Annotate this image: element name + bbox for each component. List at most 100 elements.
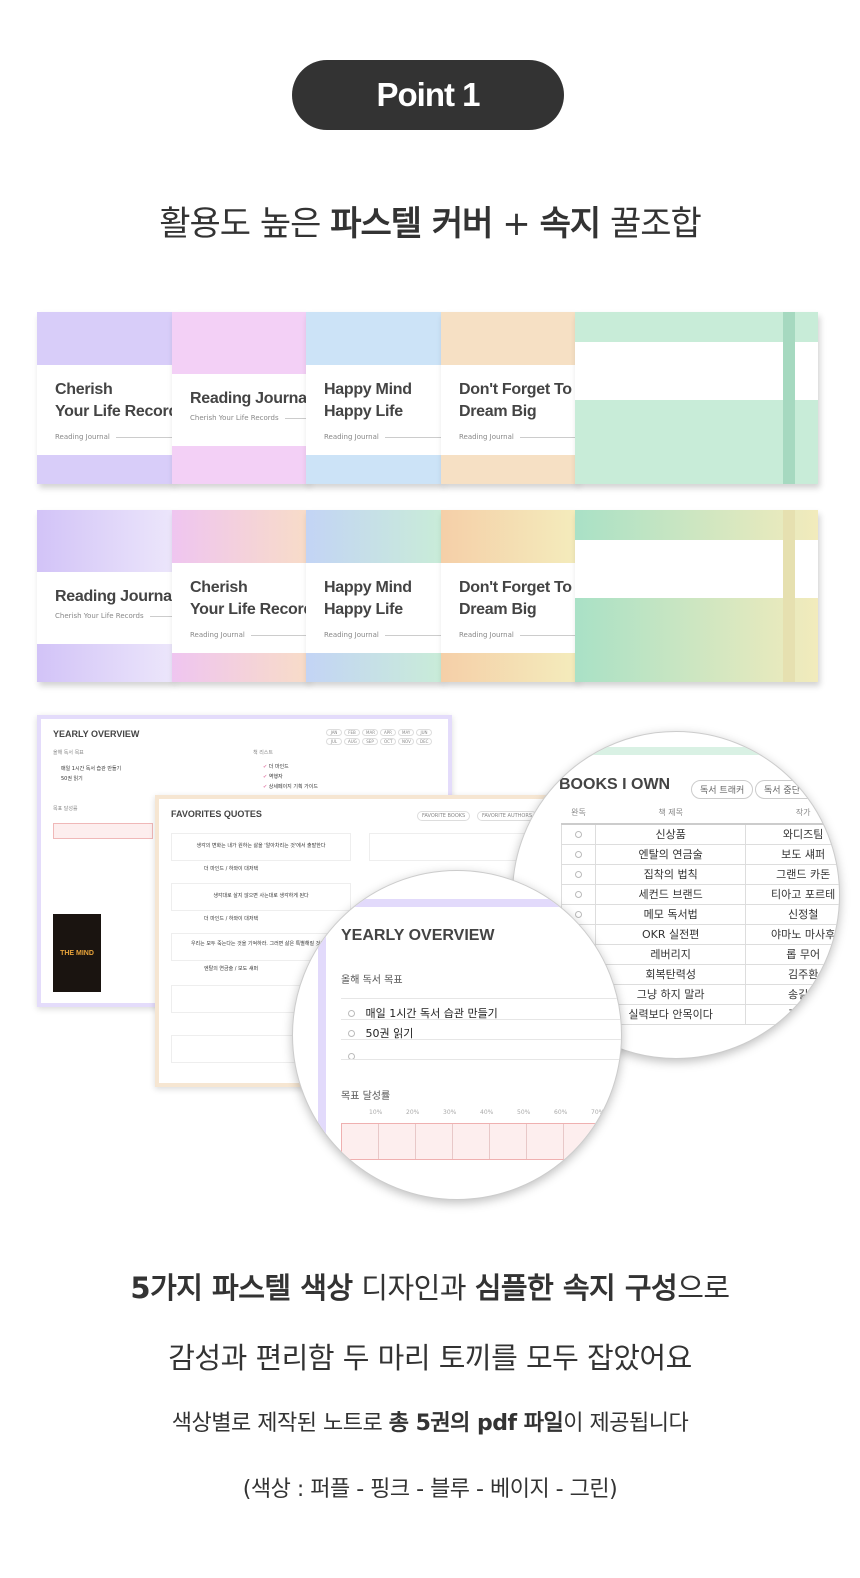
quote-source: 엔탈의 연금술 / 보도 섀퍼 [204, 966, 259, 972]
cover-title: Happy Mind [324, 381, 412, 398]
progress-tick: 10% [369, 1109, 383, 1116]
goal-label: 올해 독서 목표 [53, 750, 84, 756]
cover-purple-gradient: Reading Journal Cherish Your Life Records [37, 510, 173, 682]
elastic-strap [783, 510, 795, 682]
month-tabs: JAN FEB MAR APR MAY JUN JUL AUG SEP OCT NOV DEC [326, 729, 436, 745]
quote-source: 더 마인드 / 하와이 대저택 [204, 916, 259, 922]
book-title: 회복탄력성 [594, 963, 747, 985]
book-author: 신정철 [745, 903, 839, 925]
table-row: 신상품 와디즈팀 [561, 823, 839, 845]
headline-text: 꿀조합 [600, 204, 702, 244]
book-title: 엔탈의 연금술 [594, 843, 747, 865]
cover-title: Don't Forget To [459, 381, 572, 398]
book-title: 레버리지 [594, 943, 747, 965]
progress-tick: 50% [517, 1109, 531, 1116]
progress-label: 목표 달성률 [53, 806, 78, 812]
cover-pink: Reading Journal Cherish Your Life Records [172, 312, 308, 484]
cover-title: Happy Life [324, 403, 403, 420]
goal-label: 올해 독서 목표 [341, 975, 403, 986]
cover-subtitle: Cherish Your Life Records [55, 612, 173, 620]
cover-title: Happy Mind [324, 579, 412, 596]
cover-beige-gradient: Don't Forget To Dream Big Reading Journal [441, 510, 577, 682]
month-tab[interactable]: JUL [326, 738, 342, 745]
cover-title: Happy Life [324, 601, 403, 618]
progress-tick: 60% [554, 1109, 568, 1116]
headline: 활용도 높은 파스텔 커버 + 속지 꿀조합 [0, 196, 860, 245]
cover-title: Reading Journal [55, 588, 173, 605]
read-checkbox[interactable] [561, 823, 596, 845]
progress-cell [527, 1124, 564, 1159]
book-author: 와디즈팀 [745, 823, 839, 845]
tab-favorite-authors[interactable]: FAVORITE AUTHORS [477, 811, 538, 821]
read-checkbox[interactable] [561, 863, 596, 885]
cover-subtitle: Reading Journal [55, 433, 173, 441]
book-author: 보도 섀퍼 [745, 843, 839, 865]
month-tab[interactable]: MAR [362, 729, 378, 736]
cover-title: Your Life Records [55, 403, 173, 420]
progress-cell [379, 1124, 416, 1159]
page-title: FAVORITES QUOTES [171, 809, 262, 819]
month-tab[interactable]: JAN [326, 729, 342, 736]
progress-tick: 30% [443, 1109, 457, 1116]
cover-green [575, 312, 818, 484]
tab-favorite-books[interactable]: FAVORITE BOOKS [417, 811, 471, 821]
month-tab[interactable]: MAY [398, 729, 414, 736]
progress-cell [601, 1124, 621, 1159]
book-title: 집착의 법칙 [594, 863, 747, 885]
headline-bold: 속지 [539, 204, 602, 244]
cover-title: Dream Big [459, 601, 537, 618]
book-author: 티아고 포르테 [745, 883, 839, 905]
cover-title: Cherish [55, 381, 113, 398]
month-tab[interactable]: DEC [416, 738, 432, 745]
table-row: 메모 독서법 신정철 [561, 903, 839, 925]
yearly-overview-zoom: YEARLY OVERVIEW 올해 독서 목표 매일 1시간 독서 습관 만들… [292, 870, 622, 1200]
goal-item: 50권 읽기 [61, 776, 83, 782]
goal-item: 매일 1시간 독서 습관 만들기 [61, 766, 122, 772]
cover-subtitle: Reading Journal [459, 433, 577, 441]
progress-cell [490, 1124, 527, 1159]
progress-tick: 40% [480, 1109, 494, 1116]
month-tab[interactable]: FEB [344, 729, 360, 736]
table-row: 엔탈의 연금술 보도 섀퍼 [561, 843, 839, 865]
cover-blue: Happy Mind Happy Life Reading Journal [306, 312, 442, 484]
book-title: 신상품 [594, 823, 747, 845]
progress-cell [453, 1124, 490, 1159]
book-author: 송길영 [745, 983, 839, 1005]
cover-pink-gradient: Cherish Your Life Records Reading Journal [172, 510, 308, 682]
cover-title: Dream Big [459, 403, 537, 420]
cover-title: Your Life Records [190, 601, 308, 618]
cover-blue-gradient: Happy Mind Happy Life Reading Journal [306, 510, 442, 682]
book-author: 그랜드 카돈 [745, 863, 839, 885]
month-tab[interactable]: APR [380, 729, 396, 736]
description-line-1: 5가지 파스텔 색상 디자인과 심플한 속지 구성으로 [130, 1271, 730, 1305]
page-title: YEARLY OVERVIEW [341, 927, 495, 944]
read-checkbox[interactable] [561, 843, 596, 865]
cover-subtitle: Reading Journal [324, 631, 442, 639]
reading-stopped-button[interactable]: 독서 중단 리 [755, 780, 821, 799]
reading-tracker-button[interactable]: 독서 트래커 [691, 780, 754, 799]
book-author: 롭 무어 [745, 943, 839, 965]
page-title: BOOKS I OWN [559, 776, 671, 793]
book-author: 김용섭 [745, 1003, 839, 1025]
table-row: 집착의 법칙 그랜드 카돈 [561, 863, 839, 885]
month-tab[interactable]: JUN [416, 729, 432, 736]
headline-bold: 파스텔 커버 [330, 204, 493, 244]
progress-cell [564, 1124, 601, 1159]
progress-label: 목표 달성률 [341, 1091, 391, 1102]
month-tab[interactable]: SEP [362, 738, 378, 745]
book-author: 야마노 마사후 [745, 923, 839, 945]
color-list: (색상 : 퍼플 - 핑크 - 블루 - 베이지 - 그린) [242, 1477, 618, 1502]
cover-subtitle: Reading Journal [190, 631, 308, 639]
page-title: YEARLY OVERVIEW [53, 729, 140, 739]
cover-title: Reading Journal [190, 390, 308, 407]
progress-cell [342, 1124, 379, 1159]
cover-beige: Don't Forget To Dream Big Reading Journal [441, 312, 577, 484]
cover-green-gradient [575, 510, 818, 682]
point-badge: Point 1 [292, 60, 564, 130]
month-tab[interactable]: NOV [398, 738, 414, 745]
headline-text: 활용도 높은 [159, 204, 331, 244]
cover-subtitle: Reading Journal [459, 631, 577, 639]
month-tab[interactable]: AUG [344, 738, 360, 745]
book-title: OKR 실전편 [594, 923, 747, 945]
month-tab[interactable]: OCT [380, 738, 396, 745]
